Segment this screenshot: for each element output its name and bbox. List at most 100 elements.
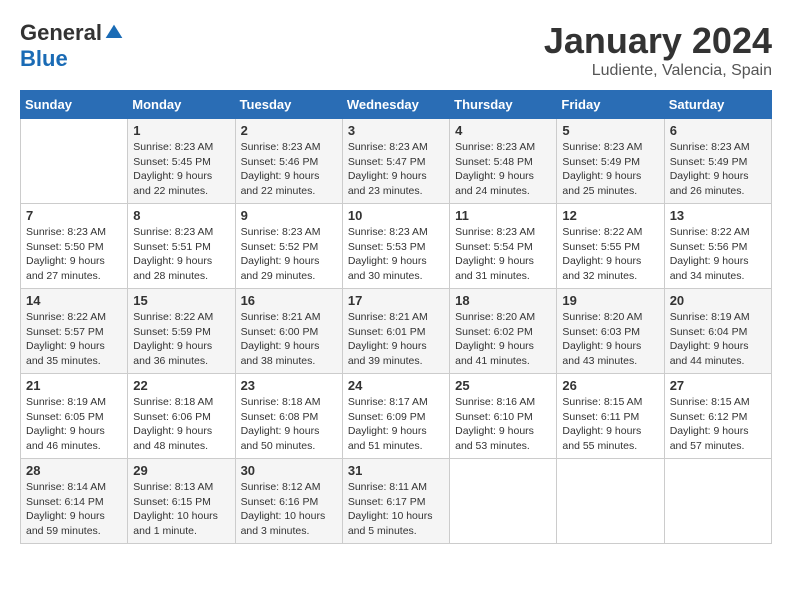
day-info: Sunrise: 8:22 AM Sunset: 5:57 PM Dayligh… <box>26 310 122 369</box>
calendar-cell: 17 Sunrise: 8:21 AM Sunset: 6:01 PM Dayli… <box>342 289 449 374</box>
day-number: 2 <box>241 123 337 138</box>
day-number: 9 <box>241 208 337 223</box>
day-number: 20 <box>670 293 766 308</box>
day-info: Sunrise: 8:23 AM Sunset: 5:46 PM Dayligh… <box>241 140 337 199</box>
day-number: 26 <box>562 378 658 393</box>
calendar-cell <box>557 459 664 544</box>
day-info: Sunrise: 8:23 AM Sunset: 5:52 PM Dayligh… <box>241 225 337 284</box>
day-number: 4 <box>455 123 551 138</box>
calendar-cell: 8Sunrise: 8:23 AM Sunset: 5:51 PM Daylig… <box>128 204 235 289</box>
calendar-cell: 31 Sunrise: 8:11 AM Sunset: 6:17 PM Dayli… <box>342 459 449 544</box>
day-number: 6 <box>670 123 766 138</box>
subtitle: Ludiente, Valencia, Spain <box>544 62 772 80</box>
calendar-cell: 4 Sunrise: 8:23 AM Sunset: 5:48 PM Daylig… <box>450 119 557 204</box>
header-friday: Friday <box>557 91 664 119</box>
day-info: Sunrise: 8:22 AM Sunset: 5:56 PM Dayligh… <box>670 225 766 284</box>
day-number: 31 <box>348 463 444 478</box>
main-title: January 2024 <box>544 20 772 62</box>
day-number: 24 <box>348 378 444 393</box>
calendar-week-row: 14 Sunrise: 8:22 AM Sunset: 5:57 PM Dayli… <box>21 289 772 374</box>
calendar-cell: 13 Sunrise: 8:22 AM Sunset: 5:56 PM Dayli… <box>664 204 771 289</box>
day-number: 19 <box>562 293 658 308</box>
header-wednesday: Wednesday <box>342 91 449 119</box>
calendar-cell: 24Sunrise: 8:17 AM Sunset: 6:09 PM Dayli… <box>342 374 449 459</box>
calendar-cell: 21 Sunrise: 8:19 AM Sunset: 6:05 PM Dayli… <box>21 374 128 459</box>
header-tuesday: Tuesday <box>235 91 342 119</box>
calendar-cell: 22 Sunrise: 8:18 AM Sunset: 6:06 PM Dayli… <box>128 374 235 459</box>
day-info: Sunrise: 8:23 AM Sunset: 5:50 PM Dayligh… <box>26 225 122 284</box>
day-number: 11 <box>455 208 551 223</box>
calendar-cell: 30 Sunrise: 8:12 AM Sunset: 6:16 PM Dayli… <box>235 459 342 544</box>
day-number: 7 <box>26 208 122 223</box>
calendar-cell: 27Sunrise: 8:15 AM Sunset: 6:12 PM Dayli… <box>664 374 771 459</box>
calendar-cell: 15Sunrise: 8:22 AM Sunset: 5:59 PM Dayli… <box>128 289 235 374</box>
day-info: Sunrise: 8:23 AM Sunset: 5:49 PM Dayligh… <box>670 140 766 199</box>
day-info: Sunrise: 8:23 AM Sunset: 5:53 PM Dayligh… <box>348 225 444 284</box>
header-monday: Monday <box>128 91 235 119</box>
calendar-cell: 5Sunrise: 8:23 AM Sunset: 5:49 PM Daylig… <box>557 119 664 204</box>
logo-general-text: General <box>20 20 102 46</box>
day-info: Sunrise: 8:20 AM Sunset: 6:02 PM Dayligh… <box>455 310 551 369</box>
day-info: Sunrise: 8:23 AM Sunset: 5:45 PM Dayligh… <box>133 140 229 199</box>
calendar-table: SundayMondayTuesdayWednesdayThursdayFrid… <box>20 90 772 544</box>
header-sunday: Sunday <box>21 91 128 119</box>
day-info: Sunrise: 8:22 AM Sunset: 5:55 PM Dayligh… <box>562 225 658 284</box>
calendar-cell <box>21 119 128 204</box>
day-number: 16 <box>241 293 337 308</box>
day-info: Sunrise: 8:19 AM Sunset: 6:05 PM Dayligh… <box>26 395 122 454</box>
day-number: 1 <box>133 123 229 138</box>
day-number: 28 <box>26 463 122 478</box>
calendar-cell: 11Sunrise: 8:23 AM Sunset: 5:54 PM Dayli… <box>450 204 557 289</box>
calendar-cell: 6 Sunrise: 8:23 AM Sunset: 5:49 PM Daylig… <box>664 119 771 204</box>
day-info: Sunrise: 8:18 AM Sunset: 6:08 PM Dayligh… <box>241 395 337 454</box>
day-number: 25 <box>455 378 551 393</box>
day-number: 22 <box>133 378 229 393</box>
day-number: 29 <box>133 463 229 478</box>
calendar-cell: 20Sunrise: 8:19 AM Sunset: 6:04 PM Dayli… <box>664 289 771 374</box>
calendar-cell: 3Sunrise: 8:23 AM Sunset: 5:47 PM Daylig… <box>342 119 449 204</box>
day-number: 5 <box>562 123 658 138</box>
day-info: Sunrise: 8:15 AM Sunset: 6:11 PM Dayligh… <box>562 395 658 454</box>
day-number: 18 <box>455 293 551 308</box>
day-info: Sunrise: 8:16 AM Sunset: 6:10 PM Dayligh… <box>455 395 551 454</box>
day-info: Sunrise: 8:23 AM Sunset: 5:47 PM Dayligh… <box>348 140 444 199</box>
calendar-week-row: 1 Sunrise: 8:23 AM Sunset: 5:45 PM Daylig… <box>21 119 772 204</box>
day-info: Sunrise: 8:22 AM Sunset: 5:59 PM Dayligh… <box>133 310 229 369</box>
day-info: Sunrise: 8:15 AM Sunset: 6:12 PM Dayligh… <box>670 395 766 454</box>
calendar-cell: 16Sunrise: 8:21 AM Sunset: 6:00 PM Dayli… <box>235 289 342 374</box>
day-number: 14 <box>26 293 122 308</box>
day-number: 8 <box>133 208 229 223</box>
calendar-header-row: SundayMondayTuesdayWednesdayThursdayFrid… <box>21 91 772 119</box>
calendar-cell: 2 Sunrise: 8:23 AM Sunset: 5:46 PM Daylig… <box>235 119 342 204</box>
calendar-cell: 10 Sunrise: 8:23 AM Sunset: 5:53 PM Dayli… <box>342 204 449 289</box>
day-info: Sunrise: 8:21 AM Sunset: 6:01 PM Dayligh… <box>348 310 444 369</box>
day-number: 30 <box>241 463 337 478</box>
calendar-cell: 29 Sunrise: 8:13 AM Sunset: 6:15 PM Dayli… <box>128 459 235 544</box>
day-number: 13 <box>670 208 766 223</box>
calendar-cell: 12 Sunrise: 8:22 AM Sunset: 5:55 PM Dayli… <box>557 204 664 289</box>
calendar-cell: 23 Sunrise: 8:18 AM Sunset: 6:08 PM Dayli… <box>235 374 342 459</box>
day-number: 12 <box>562 208 658 223</box>
calendar-cell: 7 Sunrise: 8:23 AM Sunset: 5:50 PM Daylig… <box>21 204 128 289</box>
day-number: 21 <box>26 378 122 393</box>
day-info: Sunrise: 8:23 AM Sunset: 5:48 PM Dayligh… <box>455 140 551 199</box>
day-info: Sunrise: 8:18 AM Sunset: 6:06 PM Dayligh… <box>133 395 229 454</box>
day-number: 23 <box>241 378 337 393</box>
calendar-cell <box>664 459 771 544</box>
calendar-week-row: 7 Sunrise: 8:23 AM Sunset: 5:50 PM Daylig… <box>21 204 772 289</box>
calendar-cell: 25 Sunrise: 8:16 AM Sunset: 6:10 PM Dayli… <box>450 374 557 459</box>
calendar-cell <box>450 459 557 544</box>
day-info: Sunrise: 8:13 AM Sunset: 6:15 PM Dayligh… <box>133 480 229 539</box>
day-info: Sunrise: 8:11 AM Sunset: 6:17 PM Dayligh… <box>348 480 444 539</box>
day-info: Sunrise: 8:20 AM Sunset: 6:03 PM Dayligh… <box>562 310 658 369</box>
calendar-cell: 9 Sunrise: 8:23 AM Sunset: 5:52 PM Daylig… <box>235 204 342 289</box>
calendar-cell: 18 Sunrise: 8:20 AM Sunset: 6:02 PM Dayli… <box>450 289 557 374</box>
calendar-week-row: 21 Sunrise: 8:19 AM Sunset: 6:05 PM Dayli… <box>21 374 772 459</box>
day-info: Sunrise: 8:12 AM Sunset: 6:16 PM Dayligh… <box>241 480 337 539</box>
logo-blue-text: Blue <box>20 46 68 72</box>
day-number: 17 <box>348 293 444 308</box>
calendar-cell: 1 Sunrise: 8:23 AM Sunset: 5:45 PM Daylig… <box>128 119 235 204</box>
header-thursday: Thursday <box>450 91 557 119</box>
day-number: 10 <box>348 208 444 223</box>
calendar-cell: 19 Sunrise: 8:20 AM Sunset: 6:03 PM Dayli… <box>557 289 664 374</box>
